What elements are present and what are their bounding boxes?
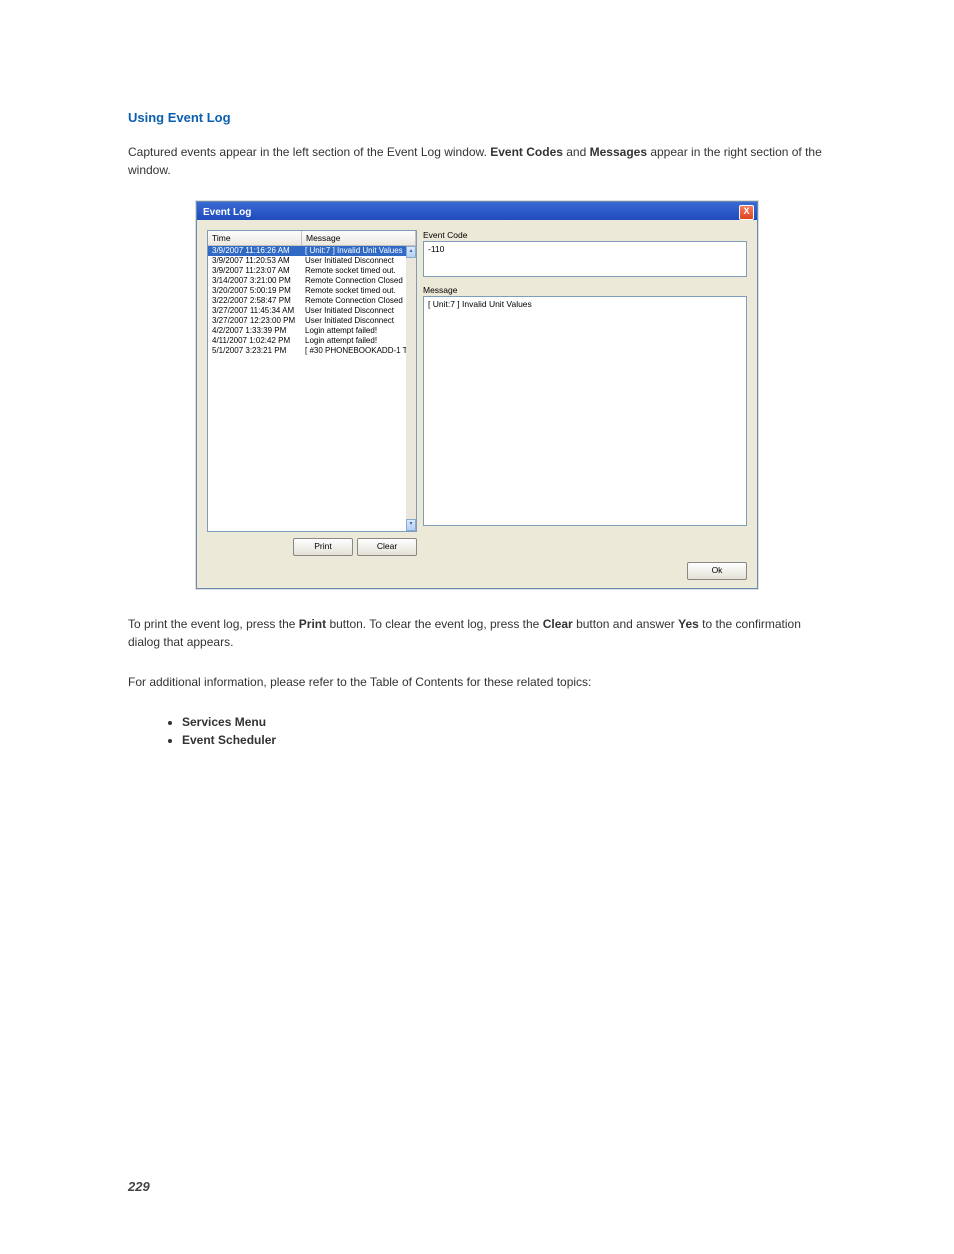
list-rows: 3/9/2007 11:16:26 AM [ Unit:7 ] Invalid … — [208, 246, 416, 531]
cell-time: 3/9/2007 11:16:26 AM — [208, 246, 301, 256]
list-header: Time Message — [208, 231, 416, 246]
related-topic: Services Menu — [182, 713, 826, 731]
cell-msg: Login attempt failed! — [301, 326, 416, 336]
cell-msg: User Initiated Disconnect — [301, 306, 416, 316]
page-number: 229 — [128, 1179, 826, 1194]
cell-time: 5/1/2007 3:23:21 PM — [208, 346, 301, 356]
section-heading: Using Event Log — [128, 110, 826, 125]
event-code-label: Event Code — [423, 230, 747, 240]
print-button[interactable]: Print — [293, 538, 353, 556]
cell-time: 3/9/2007 11:20:53 AM — [208, 256, 301, 266]
list-row[interactable]: 3/9/2007 11:20:53 AM User Initiated Disc… — [208, 256, 416, 266]
cell-msg: User Initiated Disconnect — [301, 316, 416, 326]
list-row[interactable]: 3/22/2007 2:58:47 PM Remote Connection C… — [208, 296, 416, 306]
cell-msg: Remote socket timed out. — [301, 286, 416, 296]
cell-time: 3/22/2007 2:58:47 PM — [208, 296, 301, 306]
scroll-up-icon[interactable]: ▴ — [406, 246, 416, 258]
text: button and answer — [573, 617, 678, 631]
related-topics-list: Services Menu Event Scheduler — [128, 713, 826, 749]
list-row[interactable]: 4/11/2007 1:02:42 PM Login attempt faile… — [208, 336, 416, 346]
text-bold: Clear — [543, 617, 573, 631]
event-log-dialog: Event Log X Time Message 3/9/2007 11:16: — [196, 201, 758, 589]
list-row[interactable]: 3/9/2007 11:16:26 AM [ Unit:7 ] Invalid … — [208, 246, 416, 256]
cell-msg: [ #30 PHONEBOOKADD-1 Test ] I — [301, 346, 416, 356]
list-row[interactable]: 3/9/2007 11:23:07 AM Remote socket timed… — [208, 266, 416, 276]
cell-msg: Remote socket timed out. — [301, 266, 416, 276]
text: button. To clear the event log, press th… — [326, 617, 543, 631]
list-row[interactable]: 4/2/2007 1:33:39 PM Login attempt failed… — [208, 326, 416, 336]
text: Captured events appear in the left secti… — [128, 145, 490, 159]
intro-paragraph: Captured events appear in the left secti… — [128, 143, 826, 179]
list-row[interactable]: 3/27/2007 11:45:34 AM User Initiated Dis… — [208, 306, 416, 316]
event-list[interactable]: Time Message 3/9/2007 11:16:26 AM [ Unit… — [207, 230, 417, 532]
list-row[interactable]: 5/1/2007 3:23:21 PM [ #30 PHONEBOOKADD-1… — [208, 346, 416, 356]
print-clear-paragraph: To print the event log, press the Print … — [128, 615, 826, 651]
col-time-header[interactable]: Time — [208, 231, 302, 245]
scroll-down-icon[interactable]: ▾ — [406, 519, 416, 531]
ok-button[interactable]: Ok — [687, 562, 747, 580]
titlebar[interactable]: Event Log X — [197, 202, 757, 220]
cell-msg: User Initiated Disconnect — [301, 256, 416, 266]
cell-msg: [ Unit:7 ] Invalid Unit Values — [301, 246, 416, 256]
message-label: Message — [423, 285, 747, 295]
scrollbar[interactable]: ▴ ▾ — [406, 246, 416, 531]
cell-time: 3/9/2007 11:23:07 AM — [208, 266, 301, 276]
col-message-header[interactable]: Message — [302, 231, 416, 245]
text-bold: Event Codes — [490, 145, 563, 159]
cell-time: 4/11/2007 1:02:42 PM — [208, 336, 301, 346]
related-topic: Event Scheduler — [182, 731, 826, 749]
text: To print the event log, press the — [128, 617, 299, 631]
list-row[interactable]: 3/14/2007 3:21:00 PM Remote Connection C… — [208, 276, 416, 286]
cell-msg: Remote Connection Closed — [301, 296, 416, 306]
see-also-paragraph: For additional information, please refer… — [128, 673, 826, 691]
list-row[interactable]: 3/27/2007 12:23:00 PM User Initiated Dis… — [208, 316, 416, 326]
window-title: Event Log — [203, 207, 251, 218]
clear-button[interactable]: Clear — [357, 538, 417, 556]
cell-msg: Remote Connection Closed — [301, 276, 416, 286]
text-bold: Messages — [590, 145, 647, 159]
text: and — [563, 145, 590, 159]
cell-msg: Login attempt failed! — [301, 336, 416, 346]
cell-time: 3/14/2007 3:21:00 PM — [208, 276, 301, 286]
cell-time: 4/2/2007 1:33:39 PM — [208, 326, 301, 336]
close-button[interactable]: X — [739, 205, 754, 220]
text-bold: Print — [299, 617, 326, 631]
cell-time: 3/20/2007 5:00:19 PM — [208, 286, 301, 296]
close-icon: X — [743, 206, 749, 216]
text-bold: Yes — [678, 617, 699, 631]
list-row[interactable]: 3/20/2007 5:00:19 PM Remote socket timed… — [208, 286, 416, 296]
cell-time: 3/27/2007 11:45:34 AM — [208, 306, 301, 316]
cell-time: 3/27/2007 12:23:00 PM — [208, 316, 301, 326]
message-field[interactable]: [ Unit:7 ] Invalid Unit Values — [423, 296, 747, 526]
event-code-field[interactable]: -110 — [423, 241, 747, 277]
figure: Event Log X Time Message 3/9/2007 11:16: — [128, 201, 826, 589]
